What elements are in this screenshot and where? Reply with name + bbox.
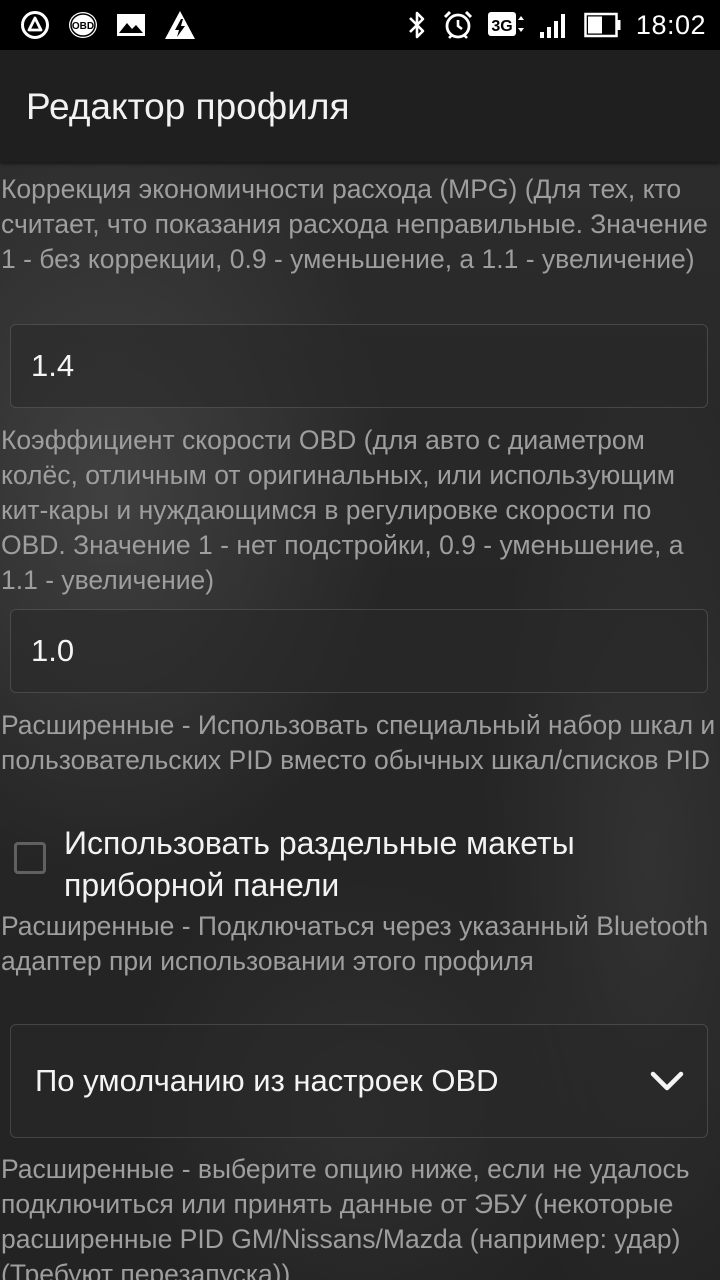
signal-icon	[538, 10, 570, 40]
mpg-correction-input[interactable]: 1.4	[10, 324, 708, 408]
obd-icon: OBD	[68, 10, 98, 40]
mpg-correction-value: 1.4	[31, 348, 75, 383]
battery-icon	[584, 11, 622, 39]
screen: OBD 3G 18:02 Редактор профиля Коррекция …	[0, 0, 720, 1280]
page-title: Редактор профиля	[26, 86, 350, 127]
network-3g-label: 3G	[491, 18, 512, 35]
status-time: 18:02	[635, 9, 706, 40]
separate-layouts-checkbox-label[interactable]: Использовать раздельные макеты приборной…	[64, 822, 704, 906]
mpg-correction-description: Коррекция экономичности расхода (MPG) (Д…	[1, 174, 708, 274]
status-bar-left: OBD	[20, 9, 196, 41]
bluetooth-adapter-select[interactable]: По умолчанию из настроек OBD	[10, 1024, 708, 1138]
advanced-pids-description: Расширенные - выберите опцию ниже, если …	[1, 1154, 690, 1280]
status-bar-right: 3G 18:02	[406, 6, 706, 44]
ring-a-icon	[20, 10, 50, 40]
warning-icon	[164, 10, 196, 40]
bluetooth-icon	[406, 9, 428, 41]
speed-coefficient-description: Коэффициент скорости OBD (для авто с диа…	[1, 425, 684, 595]
separate-layouts-checkbox[interactable]	[14, 842, 46, 874]
settings-list[interactable]: Коррекция экономичности расхода (MPG) (Д…	[0, 162, 720, 1280]
separate-layouts-checkbox-row[interactable]: Использовать раздельные макеты приборной…	[0, 822, 720, 904]
bluetooth-adapter-selected: По умолчанию из настроек OBD	[35, 1063, 499, 1098]
speed-coefficient-value: 1.0	[31, 633, 75, 668]
network-3g-icon: 3G	[487, 10, 524, 40]
status-bar: OBD 3G 18:02	[0, 0, 720, 50]
image-icon	[116, 12, 146, 38]
bluetooth-adapter-description: Расширенные - Подключаться через указанн…	[1, 911, 709, 976]
obd-icon-label: OBD	[72, 21, 94, 32]
action-bar: Редактор профиля	[0, 50, 720, 162]
advanced-layouts-description: Расширенные - Использовать специальный н…	[1, 710, 716, 775]
chevron-down-icon	[650, 1071, 684, 1091]
speed-coefficient-input[interactable]: 1.0	[10, 609, 708, 693]
alarm-icon	[442, 9, 474, 41]
